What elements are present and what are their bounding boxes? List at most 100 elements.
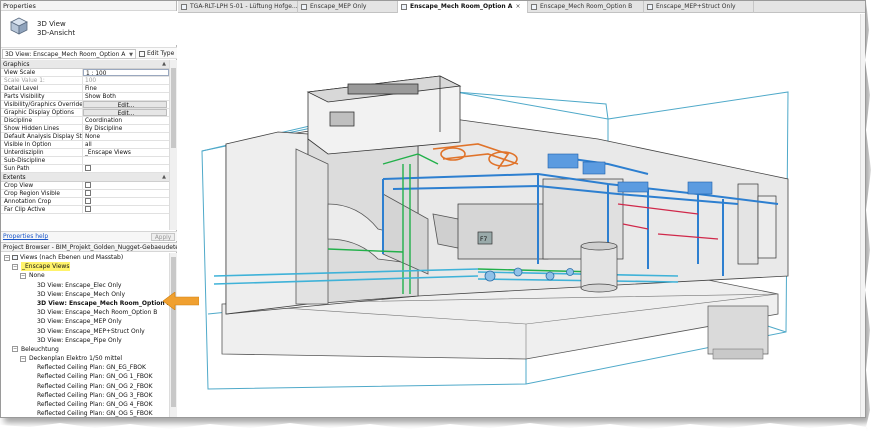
property-checkbox[interactable] <box>85 182 91 188</box>
tree-view-item[interactable]: 3D View: Enscape_Mech Only <box>1 290 169 299</box>
properties-help-link[interactable]: Properties help <box>3 233 48 240</box>
scrollbar-thumb[interactable] <box>171 257 176 407</box>
property-value[interactable]: Fine <box>83 85 169 92</box>
tree-label: _Enscape Views <box>21 262 71 272</box>
view-tab[interactable]: Enscape_Mech Room_Option A × <box>398 1 528 13</box>
property-checkbox[interactable] <box>85 165 91 171</box>
property-row: Visible In Option all <box>1 141 169 149</box>
viewport-scrollbar[interactable] <box>860 14 865 417</box>
property-row: Sub-Discipline <box>1 157 169 165</box>
view-tab-icon <box>531 4 537 10</box>
instance-selector-dropdown[interactable]: 3D View: Enscape_Mech Room_Option A ▼ <box>2 49 136 59</box>
rooftop-ahu <box>306 75 462 155</box>
property-edit-button[interactable]: Edit... <box>83 109 167 116</box>
3d-viewport[interactable]: F7 <box>178 14 865 417</box>
tree-view-item[interactable]: 3D View: Enscape_MEP Only <box>1 317 169 326</box>
tree-view-item[interactable]: Reflected Ceiling Plan: GN_OG 2_FBOK <box>1 382 169 391</box>
property-row: Crop View <box>1 182 169 190</box>
tree-view-item[interactable]: Reflected Ceiling Plan: GN_OG 1_FBOK <box>1 372 169 381</box>
edit-type-icon <box>139 50 145 57</box>
tree-label: Reflected Ceiling Plan: GN_OG 1_FBOK <box>37 373 153 381</box>
view-tab[interactable]: TGA-RLT-LPH 5-01 - Lüftung Hofge... <box>178 1 298 13</box>
view-tabs: TGA-RLT-LPH 5-01 - Lüftung Hofge... Ensca… <box>178 1 865 13</box>
section-header-graphics[interactable]: Graphics ▲ <box>1 60 169 69</box>
property-checkbox[interactable] <box>85 206 91 212</box>
tree-group-node[interactable]: − Beleuchtung <box>1 345 169 354</box>
property-row: Default Analysis Display Style None <box>1 133 169 141</box>
type-selector-preview[interactable]: 3D View 3D-Ansicht <box>1 11 177 45</box>
property-value[interactable]: By Discipline <box>83 125 169 132</box>
property-value[interactable]: 1 : 100 <box>83 69 169 76</box>
tree-view-item[interactable]: Reflected Ceiling Plan: GN_OG 4_FBOK <box>1 400 169 409</box>
property-row: Parts Visibility Show Both <box>1 93 169 101</box>
close-icon[interactable]: × <box>515 3 520 10</box>
tree-group-node[interactable]: − Deckenplan Elektro 1/50 mittel <box>1 354 169 363</box>
tree-group-node[interactable]: − _Enscape Views <box>1 262 169 272</box>
apply-button[interactable]: Apply <box>151 233 175 241</box>
tree-collapse-icon[interactable]: − <box>20 355 26 362</box>
property-value[interactable] <box>83 157 169 164</box>
project-browser-scrollbar[interactable] <box>169 253 177 417</box>
section-label: Graphics <box>3 61 30 68</box>
tree-label: 3D View: Enscape_MEP Only <box>37 318 122 326</box>
tree-view-item[interactable]: Reflected Ceiling Plan: GN_EG_FBOK <box>1 363 169 372</box>
tree-view-item[interactable]: 3D View: Enscape_Mech Room_Option B <box>1 308 169 317</box>
tree-group-node[interactable]: − None <box>1 271 169 280</box>
view-tab-label: Enscape_MEP Only <box>310 3 367 10</box>
edit-type-button[interactable]: Edit Type <box>139 49 174 59</box>
section-label: Extents <box>3 174 26 181</box>
tree-view-item[interactable]: Reflected Ceiling Plan: GN_OG 3_FBOK <box>1 391 169 400</box>
view-tab[interactable]: Enscape_MEP Only <box>298 1 398 13</box>
property-value[interactable] <box>83 190 169 197</box>
property-checkbox[interactable] <box>85 198 91 204</box>
tree-view-item[interactable]: 3D View: Enscape_MEP+Struct Only <box>1 327 169 336</box>
scrollbar-thumb[interactable] <box>171 68 176 148</box>
tree-view-item[interactable]: 3D View: Enscape_Mech Room_Option A <box>1 299 169 308</box>
property-row: Detail Level Fine <box>1 85 169 93</box>
equipment-tag: F7 <box>480 236 487 243</box>
property-value: 100 <box>85 78 97 84</box>
view-tab[interactable]: Enscape_MEP+Struct Only <box>644 1 754 13</box>
property-edit-button[interactable]: Edit... <box>83 101 167 108</box>
property-row: View Scale 1 : 100 <box>1 69 169 77</box>
property-row: Graphic Display Options Edit... <box>1 109 169 117</box>
view-tab-icon <box>181 4 187 10</box>
property-row: Visibility/Graphics Overrides Edit... <box>1 101 169 109</box>
property-name: Sub-Discipline <box>1 157 83 164</box>
tree-view-item[interactable]: 3D View: Enscape_Elec Only <box>1 281 169 290</box>
tree-collapse-icon[interactable]: − <box>4 254 10 261</box>
property-name: Crop Region Visible <box>1 190 83 197</box>
property-value[interactable]: Show Both <box>83 93 169 100</box>
property-value[interactable]: None <box>83 133 169 140</box>
property-row: Unterdisziplin _Enscape Views <box>1 149 169 157</box>
property-name: Visible In Option <box>1 141 83 148</box>
property-checkbox[interactable] <box>85 190 91 196</box>
chevron-down-icon: ▼ <box>129 52 133 58</box>
property-row: Far Clip Active <box>1 206 169 214</box>
property-value[interactable] <box>83 206 169 213</box>
view-tab-label: Enscape_MEP+Struct Only <box>656 3 736 10</box>
tree-view-item[interactable]: 3D View: Enscape_Pipe Only <box>1 336 169 345</box>
view-tab-icon <box>647 4 653 10</box>
tree-label: Reflected Ceiling Plan: GN_OG 4_FBOK <box>37 401 153 408</box>
property-value[interactable]: _Enscape Views <box>83 149 169 156</box>
property-name: Unterdisziplin <box>1 149 83 156</box>
property-value[interactable] <box>83 198 169 205</box>
orange-arrow-icon <box>163 292 199 310</box>
tree-label: Views (nach Ebenen und Masstab) <box>20 254 124 261</box>
view-tab-label: Enscape_Mech Room_Option B <box>540 3 633 10</box>
view-tab[interactable]: Enscape_Mech Room_Option B <box>528 1 644 13</box>
property-value[interactable] <box>83 182 169 189</box>
property-value[interactable]: Coordination <box>83 117 169 124</box>
chevron-up-icon: ▲ <box>162 174 166 180</box>
tree-collapse-icon[interactable]: − <box>12 263 18 270</box>
tree-collapse-icon[interactable]: − <box>12 346 18 353</box>
tree-group-node[interactable]: − Views (nach Ebenen und Masstab) <box>1 253 169 262</box>
properties-scrollbar[interactable] <box>169 60 177 230</box>
property-value[interactable]: all <box>83 141 169 148</box>
property-value[interactable] <box>83 165 169 172</box>
tree-view-item[interactable]: Reflected Ceiling Plan: GN_OG 5_FBOK <box>1 409 169 417</box>
tree-collapse-icon[interactable]: − <box>20 272 26 279</box>
tree-label: 3D View: Enscape_Elec Only <box>37 281 122 289</box>
section-header-extents[interactable]: Extents ▲ <box>1 173 169 182</box>
